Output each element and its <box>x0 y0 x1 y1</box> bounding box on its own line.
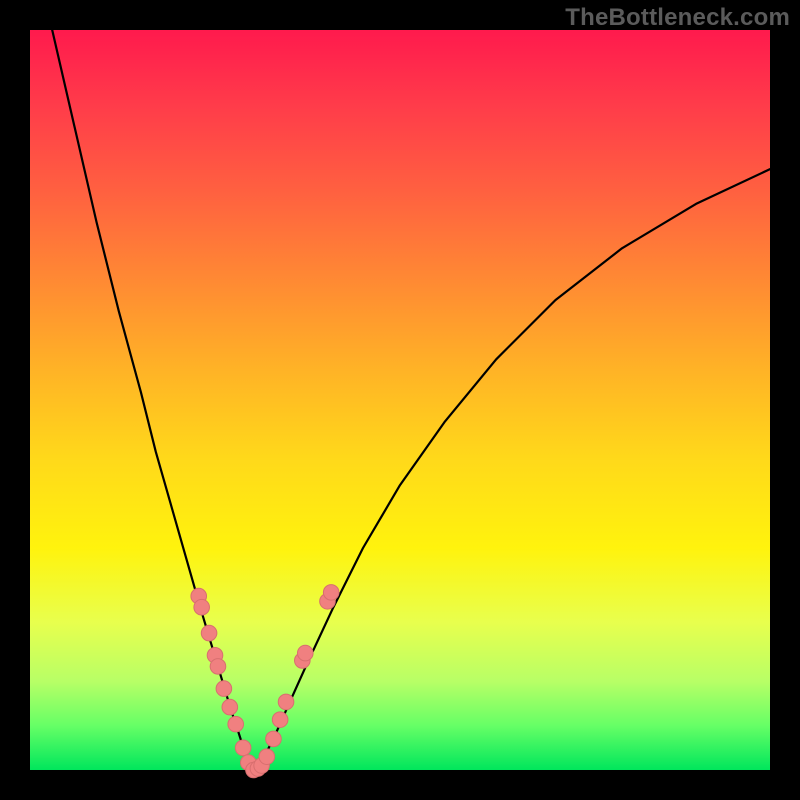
chart-stage: TheBottleneck.com <box>0 0 800 800</box>
marker-point <box>259 749 275 765</box>
marker-point <box>216 681 232 697</box>
marker-point <box>235 740 251 756</box>
marker-point <box>297 645 313 661</box>
marker-point <box>272 712 288 728</box>
curve-left-branch <box>52 30 254 770</box>
marker-point <box>210 659 226 675</box>
plot-area <box>30 30 770 770</box>
curve-right-branch <box>254 169 770 770</box>
marker-point <box>201 625 217 641</box>
marker-point <box>278 694 294 710</box>
marker-point <box>194 599 210 615</box>
marker-point <box>266 731 282 747</box>
marker-point <box>222 699 238 715</box>
curve-group <box>52 30 770 770</box>
watermark-text: TheBottleneck.com <box>565 4 790 32</box>
marker-point <box>228 716 244 732</box>
marker-point <box>323 585 339 601</box>
chart-svg <box>30 30 770 770</box>
marker-group <box>191 585 339 778</box>
